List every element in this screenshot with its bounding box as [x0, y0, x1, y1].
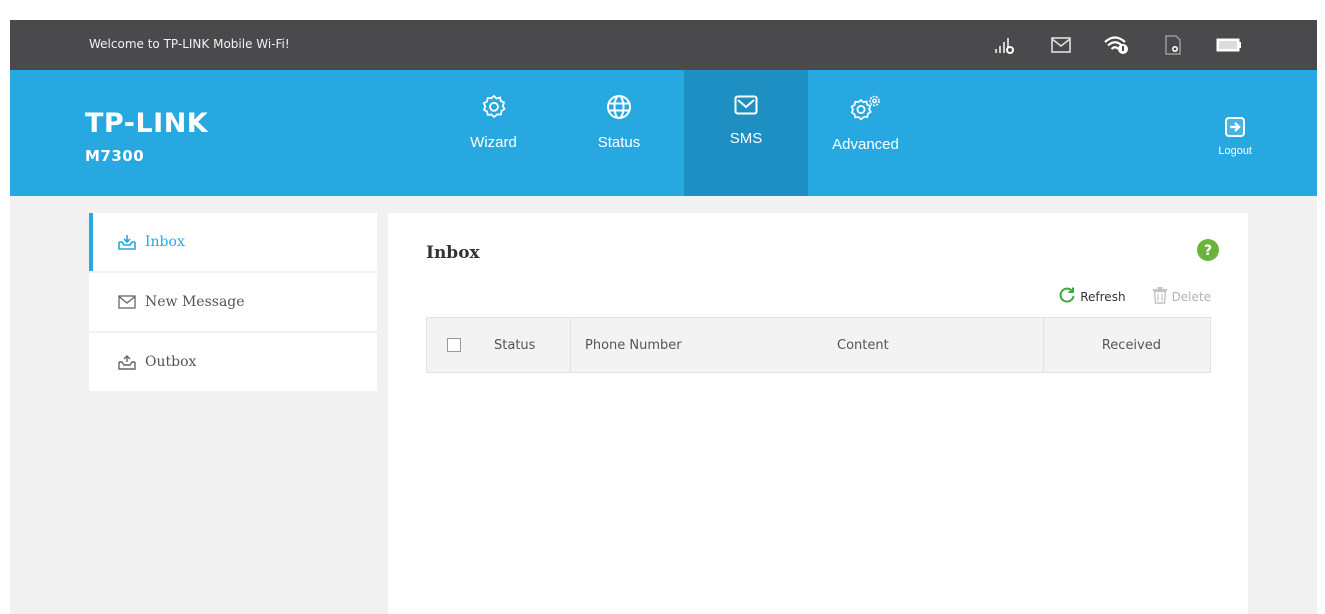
status-icons: [977, 33, 1257, 57]
nav-label: SMS: [729, 130, 763, 147]
nav-advanced[interactable]: Advanced: [808, 70, 923, 196]
main-header: TP-LINK M7300 Wizard Status SMS Advanced…: [10, 70, 1317, 196]
trash-icon: [1152, 286, 1168, 307]
sidebar-item-label: Outbox: [145, 354, 197, 370]
gear-icon: [481, 94, 507, 124]
envelope-icon: [118, 294, 136, 310]
nav-wizard[interactable]: Wizard: [433, 70, 554, 196]
model-name: M7300: [85, 147, 145, 165]
sidebar-item-outbox[interactable]: Outbox: [89, 333, 377, 391]
svg-text:?: ?: [1204, 243, 1212, 259]
outbox-icon: [118, 354, 136, 370]
column-status: Status: [494, 337, 536, 353]
nav-label: Status: [597, 134, 641, 151]
sidebar-item-new-message[interactable]: New Message: [89, 273, 377, 331]
select-all-cell: [447, 318, 461, 372]
sidebar-item-inbox[interactable]: Inbox: [89, 213, 377, 271]
nav-label: Wizard: [470, 134, 517, 151]
inbox-panel: Inbox ? Refresh Delete Status Phone Numb…: [388, 213, 1248, 614]
globe-icon: [606, 94, 632, 124]
inbox-table-header: Status Phone Number Content Received: [426, 317, 1211, 373]
welcome-text: Welcome to TP-LINK Mobile Wi-Fi!: [89, 37, 290, 51]
brand: TP-LINK M7300: [85, 108, 208, 165]
nav-label: Advanced: [832, 136, 899, 153]
envelope-icon: [734, 94, 758, 120]
inbox-actions: Refresh Delete: [1058, 286, 1211, 307]
panel-title: Inbox: [426, 243, 480, 263]
refresh-button[interactable]: Refresh: [1058, 286, 1126, 307]
brand-logo: TP-LINK: [85, 108, 209, 139]
sidebar-item-label: Inbox: [145, 234, 185, 250]
column-content: Content: [837, 337, 889, 353]
main-nav: Wizard Status SMS Advanced: [433, 70, 923, 196]
sidebar-item-label: New Message: [145, 294, 245, 310]
sms-sidebar: Inbox New Message Outbox: [89, 213, 377, 393]
help-icon[interactable]: ?: [1196, 238, 1220, 266]
refresh-icon: [1058, 286, 1076, 307]
logout-icon: [1224, 116, 1246, 142]
delete-label: Delete: [1171, 289, 1211, 304]
message-icon[interactable]: [1033, 33, 1089, 57]
select-all-checkbox[interactable]: [447, 338, 461, 352]
nav-sms[interactable]: SMS: [684, 70, 808, 196]
wifi-icon: [1089, 33, 1145, 57]
delete-button[interactable]: Delete: [1152, 286, 1211, 307]
column-received: Received: [1043, 318, 1211, 372]
nav-status[interactable]: Status: [554, 70, 684, 196]
sim-card-icon: [1145, 33, 1201, 57]
logout-button[interactable]: Logout: [1218, 116, 1252, 157]
top-status-bar: Welcome to TP-LINK Mobile Wi-Fi!: [10, 20, 1317, 70]
refresh-label: Refresh: [1080, 289, 1126, 304]
column-phone-number: Phone Number: [570, 318, 682, 372]
content-area: Inbox New Message Outbox Inbox ? Refresh…: [10, 196, 1317, 614]
battery-icon: [1201, 33, 1257, 57]
logout-label: Logout: [1218, 145, 1252, 157]
gears-icon: [849, 94, 883, 126]
signal-icon: [977, 33, 1033, 57]
inbox-icon: [118, 234, 136, 250]
